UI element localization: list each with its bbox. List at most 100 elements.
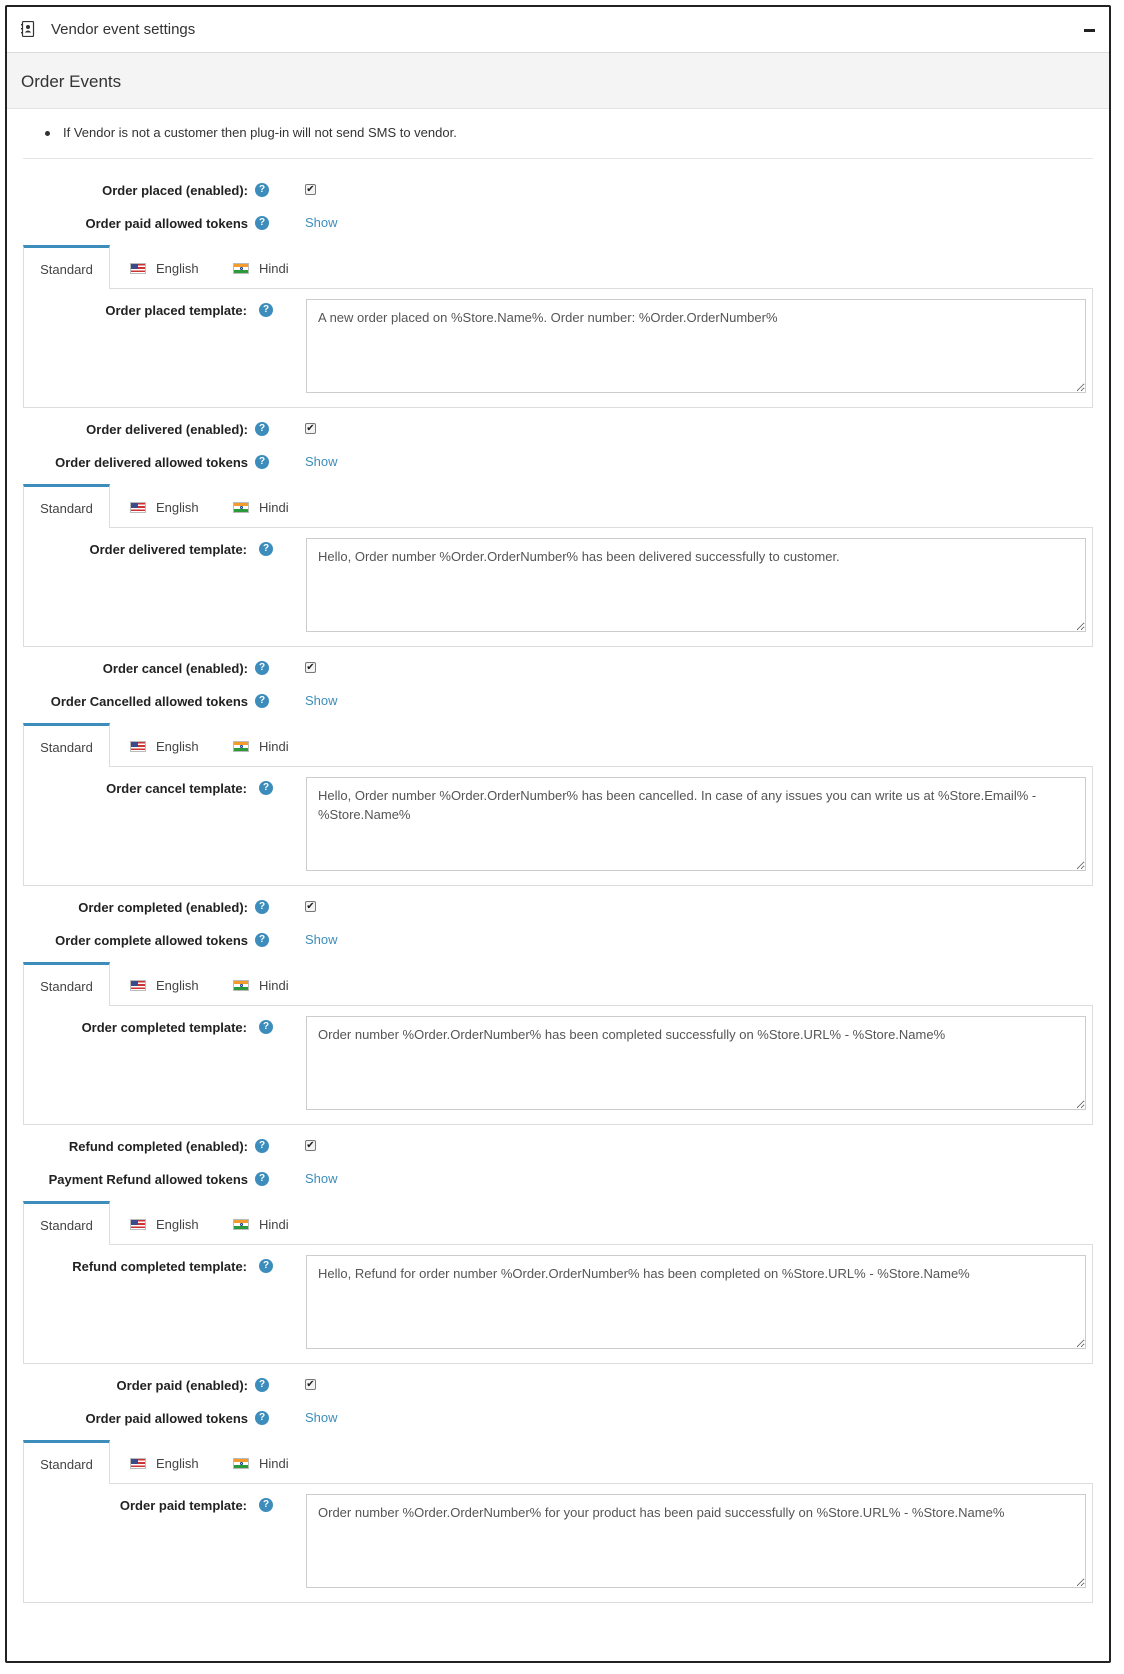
tab-english-label: English [156, 500, 199, 515]
template-textarea[interactable] [306, 299, 1086, 393]
show-tokens-link[interactable]: Show [305, 693, 338, 708]
event-block: Order paid (enabled): ? ✔ Order paid all… [23, 1370, 1093, 1609]
tab-content: Order delivered template: ? [23, 527, 1093, 647]
help-icon[interactable]: ? [255, 661, 269, 675]
template-textarea[interactable] [306, 1016, 1086, 1110]
template-textarea[interactable] [306, 538, 1086, 632]
tab-content: Order paid template: ? [23, 1483, 1093, 1603]
template-textarea[interactable] [306, 777, 1086, 871]
show-tokens-link[interactable]: Show [305, 932, 338, 947]
tab-english[interactable]: English [130, 962, 199, 1006]
tab-standard-label: Standard [40, 1457, 93, 1472]
template-label: Order delivered template: [89, 542, 248, 557]
language-tabs: Standard English Hindi [23, 723, 1093, 767]
help-icon[interactable]: ? [259, 1259, 273, 1273]
help-icon[interactable]: ? [259, 1498, 273, 1512]
tab-standard[interactable]: Standard [23, 484, 110, 528]
tokens-row: Order Cancelled allowed tokens ? Show [23, 686, 1093, 719]
enabled-checkbox[interactable]: ✔ [305, 184, 316, 195]
tab-content: Order placed template: ? [23, 288, 1093, 408]
event-spacer [23, 1603, 1093, 1609]
enabled-checkbox[interactable]: ✔ [305, 1379, 316, 1390]
help-icon[interactable]: ? [255, 183, 269, 197]
enabled-checkbox[interactable]: ✔ [305, 662, 316, 673]
tab-content: Order completed template: ? [23, 1005, 1093, 1125]
help-icon[interactable]: ? [255, 455, 269, 469]
enabled-row: Refund completed (enabled): ? ✔ [23, 1131, 1093, 1164]
tab-english[interactable]: English [130, 1440, 199, 1484]
tokens-label: Payment Refund allowed tokens [48, 1172, 248, 1187]
help-icon[interactable]: ? [259, 1020, 273, 1034]
tab-standard-label: Standard [40, 501, 93, 516]
tab-hindi[interactable]: Hindi [233, 1440, 289, 1484]
tab-hindi[interactable]: Hindi [233, 1201, 289, 1245]
language-tabs: Standard English Hindi [23, 962, 1093, 1006]
tab-english[interactable]: English [130, 484, 199, 528]
tab-standard[interactable]: Standard [23, 245, 110, 289]
enabled-checkbox[interactable]: ✔ [305, 1140, 316, 1151]
tab-hindi[interactable]: Hindi [233, 245, 289, 289]
tokens-label: Order complete allowed tokens [55, 933, 248, 948]
show-tokens-link[interactable]: Show [305, 1410, 338, 1425]
help-icon[interactable]: ? [259, 781, 273, 795]
tab-standard-label: Standard [40, 740, 93, 755]
enabled-row: Order cancel (enabled): ? ✔ [23, 653, 1093, 686]
enabled-label: Order delivered (enabled): [86, 422, 248, 437]
help-icon[interactable]: ? [255, 1378, 269, 1392]
template-label: Order paid template: [119, 1498, 247, 1513]
tokens-label: Order delivered allowed tokens [55, 455, 248, 470]
event-block: Refund completed (enabled): ? ✔ Payment … [23, 1131, 1093, 1370]
tab-hindi-label: Hindi [259, 1217, 289, 1232]
panel-title: Vendor event settings [51, 21, 196, 38]
enabled-label: Order completed (enabled): [78, 900, 248, 915]
show-tokens-link[interactable]: Show [305, 454, 338, 469]
tab-hindi[interactable]: Hindi [233, 723, 289, 767]
help-icon[interactable]: ? [255, 1411, 269, 1425]
help-icon[interactable]: ? [259, 542, 273, 556]
help-icon[interactable]: ? [255, 900, 269, 914]
tab-standard[interactable]: Standard [23, 1201, 110, 1245]
section-header: Order Events [7, 53, 1109, 109]
tokens-label: Order Cancelled allowed tokens [50, 694, 248, 709]
tab-hindi[interactable]: Hindi [233, 962, 289, 1006]
tab-hindi-label: Hindi [259, 500, 289, 515]
help-icon[interactable]: ? [255, 933, 269, 947]
event-block: Order cancel (enabled): ? ✔ Order Cancel… [23, 653, 1093, 892]
help-icon[interactable]: ? [255, 216, 269, 230]
help-icon[interactable]: ? [255, 1139, 269, 1153]
panel-header[interactable]: Vendor event settings [7, 7, 1109, 53]
help-icon[interactable]: ? [255, 1172, 269, 1186]
enabled-checkbox[interactable]: ✔ [305, 423, 316, 434]
help-icon[interactable]: ? [255, 694, 269, 708]
tab-english[interactable]: English [130, 1201, 199, 1245]
us-flag-icon [130, 1458, 146, 1469]
tab-standard[interactable]: Standard [23, 1440, 110, 1484]
tab-standard[interactable]: Standard [23, 962, 110, 1006]
show-tokens-link[interactable]: Show [305, 1171, 338, 1186]
event-block: Order placed (enabled): ? ✔ Order paid a… [23, 175, 1093, 414]
tab-english-label: English [156, 1456, 199, 1471]
template-label: Refund completed template: [72, 1259, 247, 1274]
tab-english-label: English [156, 261, 199, 276]
tokens-row: Order delivered allowed tokens ? Show [23, 447, 1093, 480]
language-tabs: Standard English Hindi [23, 1440, 1093, 1484]
india-flag-icon [233, 980, 249, 991]
enabled-row: Order placed (enabled): ? ✔ [23, 175, 1093, 208]
tab-english[interactable]: English [130, 245, 199, 289]
enabled-row: Order completed (enabled): ? ✔ [23, 892, 1093, 925]
tab-content: Order cancel template: ? [23, 766, 1093, 886]
tab-standard[interactable]: Standard [23, 723, 110, 767]
template-textarea[interactable] [306, 1255, 1086, 1349]
help-icon[interactable]: ? [259, 303, 273, 317]
tab-standard-label: Standard [40, 1218, 93, 1233]
collapse-icon[interactable] [1084, 29, 1095, 32]
template-textarea[interactable] [306, 1494, 1086, 1588]
us-flag-icon [130, 741, 146, 752]
help-icon[interactable]: ? [255, 422, 269, 436]
enabled-checkbox[interactable]: ✔ [305, 901, 316, 912]
show-tokens-link[interactable]: Show [305, 215, 338, 230]
tab-hindi[interactable]: Hindi [233, 484, 289, 528]
india-flag-icon [233, 263, 249, 274]
tab-english[interactable]: English [130, 723, 199, 767]
vendor-note: If Vendor is not a customer then plug-in… [23, 109, 1093, 159]
